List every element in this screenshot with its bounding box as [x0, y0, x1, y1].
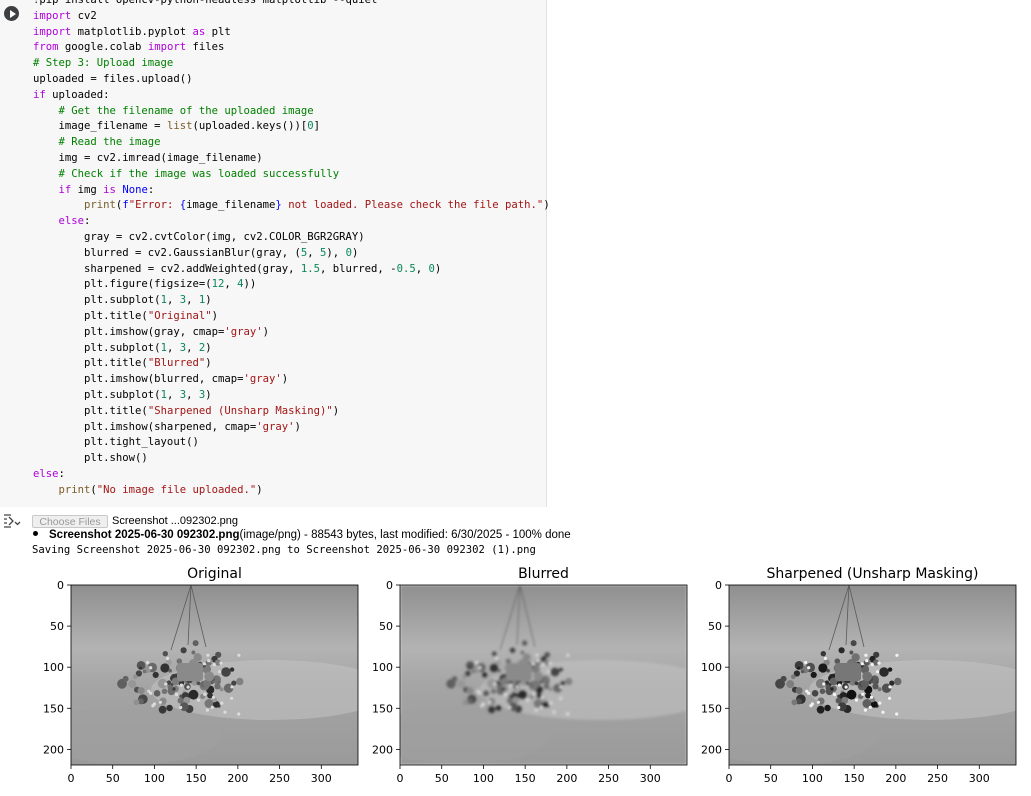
y-tick-label: 50 [50, 620, 64, 633]
code-line: blurred = cv2.GaussianBlur(gray, (5, 5),… [33, 246, 359, 259]
editor-right-area [546, 0, 1031, 507]
panel-title: Blurred [518, 566, 569, 582]
y-tick-label: 50 [379, 620, 393, 633]
code-line: plt.title("Blurred") [33, 357, 212, 370]
x-tick-label: 300 [311, 772, 332, 785]
code-line: uploaded = files.upload() [33, 72, 193, 85]
code-line: # Check if the image was loaded successf… [58, 167, 340, 180]
panel-title: Original [187, 566, 242, 582]
x-tick-label: 0 [397, 772, 404, 785]
x-tick-label: 250 [927, 772, 948, 785]
code-line: from google.colab import files [33, 41, 225, 54]
x-tick-label: 100 [802, 772, 823, 785]
code-line: plt.show() [33, 452, 148, 465]
y-tick-label: 150 [43, 702, 64, 715]
code-line: else: [33, 467, 65, 480]
code-line: sharpened = cv2.addWeighted(gray, 1.5, b… [33, 262, 442, 275]
x-tick-label: 50 [764, 772, 778, 785]
y-tick-label: 150 [701, 702, 722, 715]
image-panel: Original 0 50 100 150 200 250 300 0 50 100 150 200 [43, 566, 359, 785]
code-line: gray = cv2.cvtColor(img, cv2.COLOR_BGR2G… [33, 230, 365, 243]
code-line: plt.imshow(sharpened, cmap='gray') [33, 420, 301, 433]
uploaded-file-entry: Screenshot 2025-06-30 092302.png(image/p… [32, 529, 571, 541]
code-line: plt.figure(figsize=(12, 4)) [33, 278, 257, 291]
y-tick-label: 100 [43, 661, 64, 674]
code-line: print(f"Error: {image_filename} not load… [84, 199, 550, 212]
figure-output: Original 0 50 100 150 200 250 300 0 50 100 150 200 Bl… [0, 560, 1031, 792]
y-tick-label: 0 [715, 579, 722, 592]
code-line: image_filename = list(uploaded.keys())[0… [33, 120, 321, 133]
code-text[interactable]: !pip install opencv-python-headless matp… [33, 0, 550, 499]
chosen-file-name: Screenshot ...092302.png [112, 515, 238, 527]
panel-title: Sharpened (Unsharp Masking) [766, 566, 978, 582]
uploaded-file-meta: (image/png) - 88543 bytes, last modified… [239, 529, 571, 541]
x-tick-label: 50 [435, 772, 449, 785]
code-line: plt.subplot(1, 3, 2) [33, 341, 212, 354]
y-tick-label: 0 [386, 579, 393, 592]
x-tick-label: 150 [844, 772, 865, 785]
y-tick-label: 100 [372, 661, 393, 674]
code-line: plt.title("Original") [33, 309, 218, 322]
figure-svg: Original0 50 100 150 200 250 300050100150200Bl… [43, 566, 1017, 785]
y-tick-label: 0 [57, 579, 64, 592]
x-tick-label: 200 [227, 772, 248, 785]
y-tick-label: 150 [372, 702, 393, 715]
x-tick-label: 300 [640, 772, 661, 785]
cell-gutter [0, 0, 28, 507]
x-tick-label: 150 [186, 772, 207, 785]
x-tick-label: 100 [473, 772, 494, 785]
code-line: plt.imshow(blurred, cmap='gray') [33, 373, 289, 386]
code-line: img = cv2.imread(image_filename) [33, 151, 263, 164]
x-tick-label: 0 [68, 772, 75, 785]
x-tick-label: 150 [515, 772, 536, 785]
y-tick-label: 200 [43, 743, 64, 756]
x-tick-label: 100 [144, 772, 165, 785]
code-line: # Read the image [58, 136, 161, 149]
image-panel: Blurred 0 50 100 150 200 250 300 0 50 100 150 200 [372, 566, 688, 785]
output-toggle-icon[interactable] [3, 513, 21, 529]
code-line: if img is None: [58, 183, 155, 196]
code-line: import matplotlib.pyplot as plt [33, 25, 231, 38]
grayscale-image [729, 585, 1016, 765]
y-tick-label: 50 [708, 620, 722, 633]
code-line: else: [58, 215, 91, 228]
x-tick-label: 250 [598, 772, 619, 785]
y-tick-label: 100 [701, 661, 722, 674]
code-line: plt.imshow(gray, cmap='gray') [33, 325, 270, 338]
code-line: # Step 3: Upload image [33, 57, 174, 70]
choose-files-button[interactable]: Choose Files [32, 515, 108, 528]
x-tick-label: 200 [556, 772, 577, 785]
y-tick-label: 200 [372, 743, 393, 756]
code-line: import cv2 [33, 9, 97, 22]
grayscale-image [400, 585, 687, 765]
code-line: print("No image file uploaded.") [58, 483, 263, 496]
code-line: plt.subplot(1, 3, 1) [33, 294, 212, 307]
x-tick-label: 300 [969, 772, 990, 785]
code-line: plt.subplot(1, 3, 3) [33, 388, 212, 401]
code-cell[interactable]: !pip install opencv-python-headless matp… [0, 0, 1031, 507]
run-cell-button[interactable] [4, 6, 19, 21]
uploaded-file-name: Screenshot 2025-06-30 092302.png [49, 529, 240, 541]
code-line: plt.tight_layout() [33, 436, 199, 449]
bullet-icon [33, 531, 38, 536]
x-tick-label: 50 [106, 772, 120, 785]
x-tick-label: 250 [269, 772, 290, 785]
code-line: if uploaded: [33, 88, 110, 101]
code-line: plt.title("Sharpened (Unsharp Masking)") [33, 404, 340, 417]
grayscale-image [71, 585, 358, 765]
saving-message: Saving Screenshot 2025-06-30 092302.png … [32, 544, 536, 556]
x-tick-label: 200 [885, 772, 906, 785]
code-line: # Get the filename of the uploaded image [58, 104, 314, 117]
image-panel: Sharpened (Unsharp Masking) 0 50 100 150 200 2… [701, 566, 1017, 785]
y-tick-label: 200 [701, 743, 722, 756]
code-line: !pip install opencv-python-headless matp… [33, 0, 378, 6]
x-tick-label: 0 [726, 772, 733, 785]
